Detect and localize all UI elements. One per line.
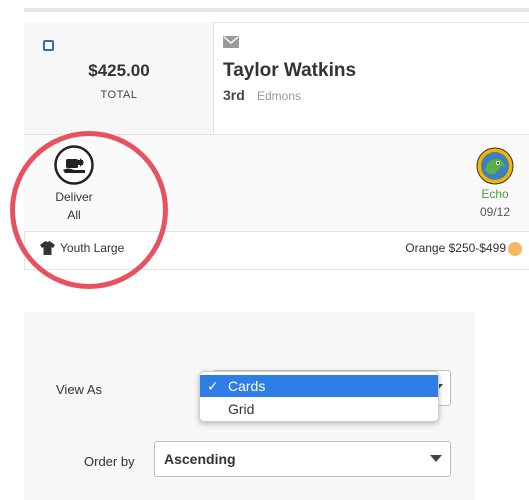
- option-cards-label: Cards: [228, 378, 266, 394]
- option-grid[interactable]: Grid: [228, 398, 254, 420]
- highlight-ring: [10, 131, 168, 289]
- total-label: TOTAL: [100, 89, 138, 101]
- check-icon: ✓: [207, 378, 219, 394]
- customer-grade: 3rd: [223, 87, 245, 103]
- order-by-label: Order by: [84, 454, 135, 469]
- price-tier: Orange $250-$499: [405, 241, 506, 255]
- select-order-checkbox[interactable]: [43, 40, 54, 51]
- view-as-label: View As: [56, 382, 103, 397]
- mail-icon[interactable]: [223, 36, 239, 48]
- seller-name: Echo: [481, 187, 509, 201]
- customer-name[interactable]: Taylor Watkins: [223, 60, 356, 82]
- view-as-dropdown[interactable]: ✓ Cards Grid: [199, 371, 439, 422]
- tier-dot: [508, 242, 522, 256]
- chevron-down-icon[interactable]: [430, 455, 442, 462]
- order-by-value: Ascending: [164, 451, 236, 467]
- seller-date: 09/12: [479, 205, 511, 219]
- echo-avatar[interactable]: [476, 147, 514, 185]
- total-amount: $425.00: [88, 61, 150, 80]
- option-cards[interactable]: ✓ Cards: [200, 375, 438, 397]
- previous-card-edge: [24, 8, 529, 12]
- customer-school: Edmons: [257, 89, 302, 103]
